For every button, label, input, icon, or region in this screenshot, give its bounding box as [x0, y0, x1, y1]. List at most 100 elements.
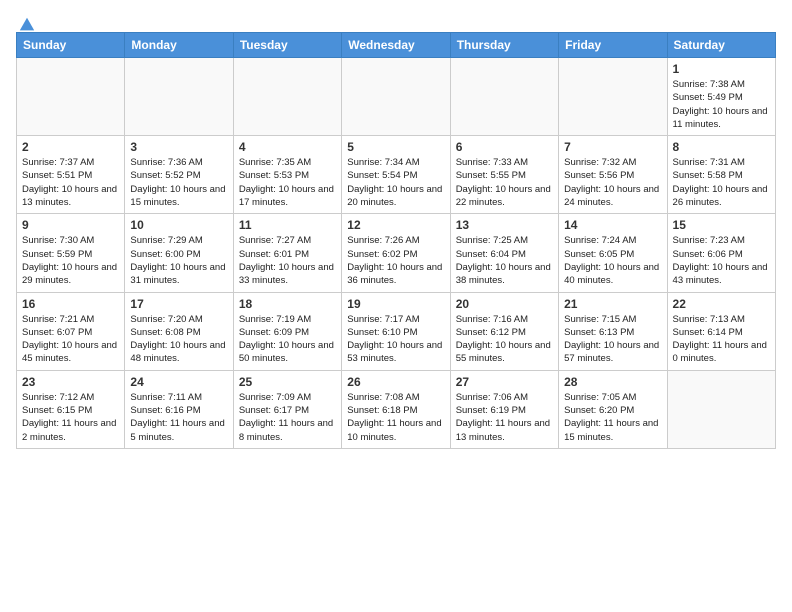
calendar-cell: 1 Sunrise: 7:38 AM Sunset: 5:49 PM Daylig… [667, 58, 775, 136]
day-number: 19 [347, 297, 444, 311]
calendar-cell: 14 Sunrise: 7:24 AM Sunset: 6:05 PM Dayli… [559, 214, 667, 292]
day-info: Sunrise: 7:34 AM Sunset: 5:54 PM Dayligh… [347, 156, 444, 209]
calendar-cell [450, 58, 558, 136]
day-number: 28 [564, 375, 661, 389]
day-number: 27 [456, 375, 553, 389]
day-number: 2 [22, 140, 119, 154]
calendar-cell: 5Sunrise: 7:34 AM Sunset: 5:54 PM Daylig… [342, 136, 450, 214]
calendar-cell [559, 58, 667, 136]
calendar-cell: 18 Sunrise: 7:19 AM Sunset: 6:09 PM Dayli… [233, 292, 341, 370]
day-number: 4 [239, 140, 336, 154]
day-header-wednesday: Wednesday [342, 33, 450, 58]
day-info: Sunrise: 7:29 AM Sunset: 6:00 PM Dayligh… [130, 234, 227, 287]
calendar-cell: 7 Sunrise: 7:32 AM Sunset: 5:56 PM Daylig… [559, 136, 667, 214]
day-number: 22 [673, 297, 770, 311]
day-number: 6 [456, 140, 553, 154]
day-info: Sunrise: 7:16 AM Sunset: 6:12 PM Dayligh… [456, 313, 553, 366]
calendar-cell: 6 Sunrise: 7:33 AM Sunset: 5:55 PM Daylig… [450, 136, 558, 214]
calendar-cell: 8Sunrise: 7:31 AM Sunset: 5:58 PM Daylig… [667, 136, 775, 214]
day-info: Sunrise: 7:36 AM Sunset: 5:52 PM Dayligh… [130, 156, 227, 209]
day-header-monday: Monday [125, 33, 233, 58]
day-number: 15 [673, 218, 770, 232]
calendar-week-row: 2 Sunrise: 7:37 AM Sunset: 5:51 PM Daylig… [17, 136, 776, 214]
day-info: Sunrise: 7:38 AM Sunset: 5:49 PM Dayligh… [673, 78, 770, 131]
day-info: Sunrise: 7:37 AM Sunset: 5:51 PM Dayligh… [22, 156, 119, 209]
calendar-cell: 26 Sunrise: 7:08 AM Sunset: 6:18 PM Dayli… [342, 370, 450, 448]
calendar-cell: 9 Sunrise: 7:30 AM Sunset: 5:59 PM Daylig… [17, 214, 125, 292]
day-info: Sunrise: 7:26 AM Sunset: 6:02 PM Dayligh… [347, 234, 444, 287]
calendar-table: SundayMondayTuesdayWednesdayThursdayFrid… [16, 32, 776, 449]
calendar-cell [125, 58, 233, 136]
day-number: 13 [456, 218, 553, 232]
calendar-cell: 20 Sunrise: 7:16 AM Sunset: 6:12 PM Dayli… [450, 292, 558, 370]
day-info: Sunrise: 7:30 AM Sunset: 5:59 PM Dayligh… [22, 234, 119, 287]
day-info: Sunrise: 7:33 AM Sunset: 5:55 PM Dayligh… [456, 156, 553, 209]
day-info: Sunrise: 7:21 AM Sunset: 6:07 PM Dayligh… [22, 313, 119, 366]
calendar-cell: 16 Sunrise: 7:21 AM Sunset: 6:07 PM Dayli… [17, 292, 125, 370]
logo-icon [18, 16, 36, 34]
day-number: 10 [130, 218, 227, 232]
calendar-cell: 22 Sunrise: 7:13 AM Sunset: 6:14 PM Dayli… [667, 292, 775, 370]
day-info: Sunrise: 7:12 AM Sunset: 6:15 PM Dayligh… [22, 391, 119, 444]
calendar-cell [233, 58, 341, 136]
calendar-week-row: 9 Sunrise: 7:30 AM Sunset: 5:59 PM Daylig… [17, 214, 776, 292]
day-number: 9 [22, 218, 119, 232]
calendar-cell: 10 Sunrise: 7:29 AM Sunset: 6:00 PM Dayli… [125, 214, 233, 292]
day-info: Sunrise: 7:15 AM Sunset: 6:13 PM Dayligh… [564, 313, 661, 366]
day-header-thursday: Thursday [450, 33, 558, 58]
day-number: 18 [239, 297, 336, 311]
calendar-cell: 24 Sunrise: 7:11 AM Sunset: 6:16 PM Dayli… [125, 370, 233, 448]
logo [16, 16, 36, 28]
calendar-cell: 12Sunrise: 7:26 AM Sunset: 6:02 PM Dayli… [342, 214, 450, 292]
day-number: 3 [130, 140, 227, 154]
day-info: Sunrise: 7:35 AM Sunset: 5:53 PM Dayligh… [239, 156, 336, 209]
calendar-cell: 15 Sunrise: 7:23 AM Sunset: 6:06 PM Dayli… [667, 214, 775, 292]
calendar-cell: 13 Sunrise: 7:25 AM Sunset: 6:04 PM Dayli… [450, 214, 558, 292]
calendar-cell [667, 370, 775, 448]
calendar-cell: 23 Sunrise: 7:12 AM Sunset: 6:15 PM Dayli… [17, 370, 125, 448]
day-number: 24 [130, 375, 227, 389]
calendar-cell: 25Sunrise: 7:09 AM Sunset: 6:17 PM Dayli… [233, 370, 341, 448]
day-info: Sunrise: 7:31 AM Sunset: 5:58 PM Dayligh… [673, 156, 770, 209]
day-info: Sunrise: 7:06 AM Sunset: 6:19 PM Dayligh… [456, 391, 553, 444]
day-header-saturday: Saturday [667, 33, 775, 58]
page-header [16, 16, 776, 28]
day-info: Sunrise: 7:27 AM Sunset: 6:01 PM Dayligh… [239, 234, 336, 287]
day-number: 14 [564, 218, 661, 232]
calendar-cell: 28 Sunrise: 7:05 AM Sunset: 6:20 PM Dayli… [559, 370, 667, 448]
calendar-cell: 11 Sunrise: 7:27 AM Sunset: 6:01 PM Dayli… [233, 214, 341, 292]
day-number: 23 [22, 375, 119, 389]
calendar-cell [17, 58, 125, 136]
calendar-cell: 2 Sunrise: 7:37 AM Sunset: 5:51 PM Daylig… [17, 136, 125, 214]
day-header-tuesday: Tuesday [233, 33, 341, 58]
day-info: Sunrise: 7:17 AM Sunset: 6:10 PM Dayligh… [347, 313, 444, 366]
calendar-cell: 17Sunrise: 7:20 AM Sunset: 6:08 PM Dayli… [125, 292, 233, 370]
day-info: Sunrise: 7:24 AM Sunset: 6:05 PM Dayligh… [564, 234, 661, 287]
day-info: Sunrise: 7:23 AM Sunset: 6:06 PM Dayligh… [673, 234, 770, 287]
day-header-friday: Friday [559, 33, 667, 58]
day-number: 16 [22, 297, 119, 311]
day-number: 21 [564, 297, 661, 311]
day-number: 11 [239, 218, 336, 232]
calendar-cell: 4 Sunrise: 7:35 AM Sunset: 5:53 PM Daylig… [233, 136, 341, 214]
day-number: 1 [673, 62, 770, 76]
calendar-cell: 27 Sunrise: 7:06 AM Sunset: 6:19 PM Dayli… [450, 370, 558, 448]
calendar-week-row: 23 Sunrise: 7:12 AM Sunset: 6:15 PM Dayli… [17, 370, 776, 448]
day-info: Sunrise: 7:32 AM Sunset: 5:56 PM Dayligh… [564, 156, 661, 209]
calendar-cell [342, 58, 450, 136]
day-info: Sunrise: 7:08 AM Sunset: 6:18 PM Dayligh… [347, 391, 444, 444]
calendar-week-row: 1 Sunrise: 7:38 AM Sunset: 5:49 PM Daylig… [17, 58, 776, 136]
day-number: 20 [456, 297, 553, 311]
calendar-week-row: 16 Sunrise: 7:21 AM Sunset: 6:07 PM Dayli… [17, 292, 776, 370]
day-info: Sunrise: 7:19 AM Sunset: 6:09 PM Dayligh… [239, 313, 336, 366]
day-info: Sunrise: 7:11 AM Sunset: 6:16 PM Dayligh… [130, 391, 227, 444]
day-number: 17 [130, 297, 227, 311]
calendar-cell: 3 Sunrise: 7:36 AM Sunset: 5:52 PM Daylig… [125, 136, 233, 214]
day-info: Sunrise: 7:05 AM Sunset: 6:20 PM Dayligh… [564, 391, 661, 444]
day-header-sunday: Sunday [17, 33, 125, 58]
day-number: 7 [564, 140, 661, 154]
day-info: Sunrise: 7:13 AM Sunset: 6:14 PM Dayligh… [673, 313, 770, 366]
day-info: Sunrise: 7:25 AM Sunset: 6:04 PM Dayligh… [456, 234, 553, 287]
calendar-header-row: SundayMondayTuesdayWednesdayThursdayFrid… [17, 33, 776, 58]
day-number: 26 [347, 375, 444, 389]
